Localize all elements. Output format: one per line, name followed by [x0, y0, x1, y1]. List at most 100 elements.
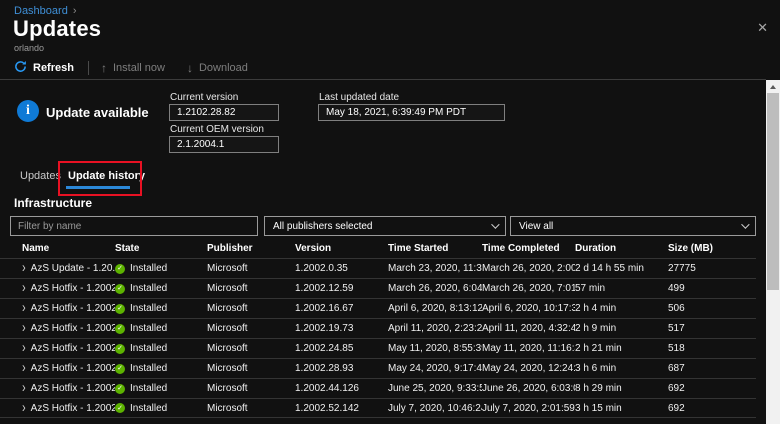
- publisher-value: Microsoft: [207, 279, 295, 298]
- table-header-row: Name State Publisher Version Time Starte…: [0, 240, 756, 258]
- expand-chevron-icon[interactable]: ›: [22, 261, 26, 275]
- expand-chevron-icon[interactable]: ›: [22, 401, 26, 415]
- version-value: 1.2002.16.67: [295, 299, 388, 318]
- expand-chevron-icon[interactable]: ›: [22, 321, 26, 335]
- state-value: Installed: [130, 379, 167, 398]
- publisher-value: Microsoft: [207, 319, 295, 338]
- duration-value: 8 h 29 min: [575, 379, 668, 398]
- update-name: AzS Update - 1.20...: [31, 259, 115, 278]
- chevron-down-icon: [741, 220, 749, 228]
- install-arrow-icon: ↑: [101, 61, 107, 75]
- tab-update-history[interactable]: Update history: [68, 170, 145, 182]
- size-value: 518: [668, 339, 755, 358]
- expand-chevron-icon[interactable]: ›: [22, 361, 26, 375]
- table-row[interactable]: › AzS Hotfix - 1.2002... ✓ Installed Mic…: [0, 358, 756, 378]
- time-completed-value: April 11, 2020, 4:32:4...: [482, 319, 575, 338]
- table-row[interactable]: › AzS Hotfix - 1.2002... ✓ Installed Mic…: [0, 318, 756, 338]
- time-started-value: May 11, 2020, 8:55:39...: [388, 339, 482, 358]
- update-name: AzS Hotfix - 1.2002...: [31, 359, 115, 378]
- size-value: 499: [668, 279, 755, 298]
- page-title: Updates: [13, 16, 101, 42]
- size-value: 27775: [668, 259, 755, 278]
- refresh-icon: [14, 60, 27, 76]
- time-started-value: April 11, 2020, 2:23:2...: [388, 319, 482, 338]
- table-row[interactable]: › AzS Hotfix - 1.2002... ✓ Installed Mic…: [0, 378, 756, 398]
- duration-value: 3 h 15 min: [575, 399, 668, 417]
- update-history-table: Name State Publisher Version Time Starte…: [0, 240, 756, 418]
- publisher-value: Microsoft: [207, 259, 295, 278]
- table-row[interactable]: › AzS Hotfix - 1.2002... ✓ Installed Mic…: [0, 338, 756, 358]
- time-completed-value: June 26, 2020, 6:03:06...: [482, 379, 575, 398]
- table-row[interactable]: › AzS Hotfix - 1.2002... ✓ Installed Mic…: [0, 278, 756, 298]
- installed-check-icon: ✓: [115, 324, 125, 334]
- installed-check-icon: ✓: [115, 284, 125, 294]
- expand-chevron-icon[interactable]: ›: [22, 301, 26, 315]
- column-header-size: Size (MB): [668, 240, 755, 258]
- toolbar-divider: [88, 61, 89, 75]
- close-icon[interactable]: ✕: [757, 20, 768, 36]
- state-value: Installed: [130, 399, 167, 417]
- update-name: AzS Hotfix - 1.2002...: [31, 399, 115, 417]
- vertical-scrollbar[interactable]: [766, 80, 780, 424]
- publisher-value: Microsoft: [207, 399, 295, 417]
- time-completed-value: March 26, 2020, 7:01:...: [482, 279, 575, 298]
- scrollbar-up-arrow-icon[interactable]: [766, 80, 780, 93]
- expand-chevron-icon[interactable]: ›: [22, 281, 26, 295]
- table-row[interactable]: › AzS Update - 1.20... ✓ Installed Micro…: [0, 258, 756, 278]
- publisher-value: Microsoft: [207, 379, 295, 398]
- version-value: 1.2002.0.35: [295, 259, 388, 278]
- refresh-button[interactable]: Refresh: [14, 60, 74, 76]
- installed-check-icon: ✓: [115, 344, 125, 354]
- update-name: AzS Hotfix - 1.2002...: [31, 379, 115, 398]
- size-value: 687: [668, 359, 755, 378]
- publishers-dropdown[interactable]: All publishers selected: [264, 216, 506, 236]
- expand-chevron-icon[interactable]: ›: [22, 341, 26, 355]
- table-row[interactable]: › AzS Hotfix - 1.2002... ✓ Installed Mic…: [0, 298, 756, 318]
- toolbar: Refresh ↑ Install now ↓ Download: [14, 58, 248, 78]
- publisher-value: Microsoft: [207, 299, 295, 318]
- state-value: Installed: [130, 319, 167, 338]
- installed-check-icon: ✓: [115, 364, 125, 374]
- state-value: Installed: [130, 359, 167, 378]
- time-completed-value: March 26, 2020, 2:00:...: [482, 259, 575, 278]
- publisher-value: Microsoft: [207, 359, 295, 378]
- update-name: AzS Hotfix - 1.2002...: [31, 299, 115, 318]
- install-now-label: Install now: [113, 62, 165, 74]
- column-header-duration: Duration: [575, 240, 668, 258]
- update-name: AzS Hotfix - 1.2002...: [31, 279, 115, 298]
- install-now-button[interactable]: ↑ Install now: [101, 61, 165, 75]
- version-value: 1.2002.24.85: [295, 339, 388, 358]
- duration-value: 2 h 4 min: [575, 299, 668, 318]
- refresh-label: Refresh: [33, 62, 74, 74]
- current-version-field[interactable]: 1.2102.28.82: [169, 104, 279, 121]
- last-updated-label: Last updated date: [319, 92, 399, 103]
- state-value: Installed: [130, 299, 167, 318]
- version-value: 1.2002.52.142: [295, 399, 388, 417]
- download-button[interactable]: ↓ Download: [187, 61, 248, 75]
- page-subtitle: orlando: [14, 43, 44, 53]
- info-icon: i: [17, 100, 39, 122]
- table-body: › AzS Update - 1.20... ✓ Installed Micro…: [0, 258, 756, 418]
- scrollbar-thumb[interactable]: [767, 93, 779, 290]
- last-updated-field[interactable]: May 18, 2021, 6:39:49 PM PDT: [318, 104, 505, 121]
- column-header-time-started: Time Started: [388, 240, 482, 258]
- version-value: 1.2002.19.73: [295, 319, 388, 338]
- toolbar-divider-line: [0, 79, 766, 80]
- download-arrow-icon: ↓: [187, 61, 193, 75]
- table-row[interactable]: › AzS Hotfix - 1.2002... ✓ Installed Mic…: [0, 398, 756, 418]
- time-started-value: May 24, 2020, 9:17:48...: [388, 359, 482, 378]
- column-header-time-completed: Time Completed: [482, 240, 575, 258]
- tab-updates[interactable]: Updates: [20, 170, 61, 182]
- time-completed-value: May 24, 2020, 12:24:2...: [482, 359, 575, 378]
- view-dropdown[interactable]: View all: [510, 216, 756, 236]
- size-value: 517: [668, 319, 755, 338]
- time-completed-value: July 7, 2020, 2:01:59 P...: [482, 399, 575, 417]
- oem-version-label: Current OEM version: [170, 124, 264, 135]
- oem-version-field[interactable]: 2.1.2004.1: [169, 136, 279, 153]
- expand-chevron-icon[interactable]: ›: [22, 381, 26, 395]
- time-completed-value: May 11, 2020, 11:16:4...: [482, 339, 575, 358]
- update-name: AzS Hotfix - 1.2002...: [31, 339, 115, 358]
- filter-by-name-input[interactable]: [10, 216, 258, 236]
- duration-value: 57 min: [575, 279, 668, 298]
- publisher-value: Microsoft: [207, 339, 295, 358]
